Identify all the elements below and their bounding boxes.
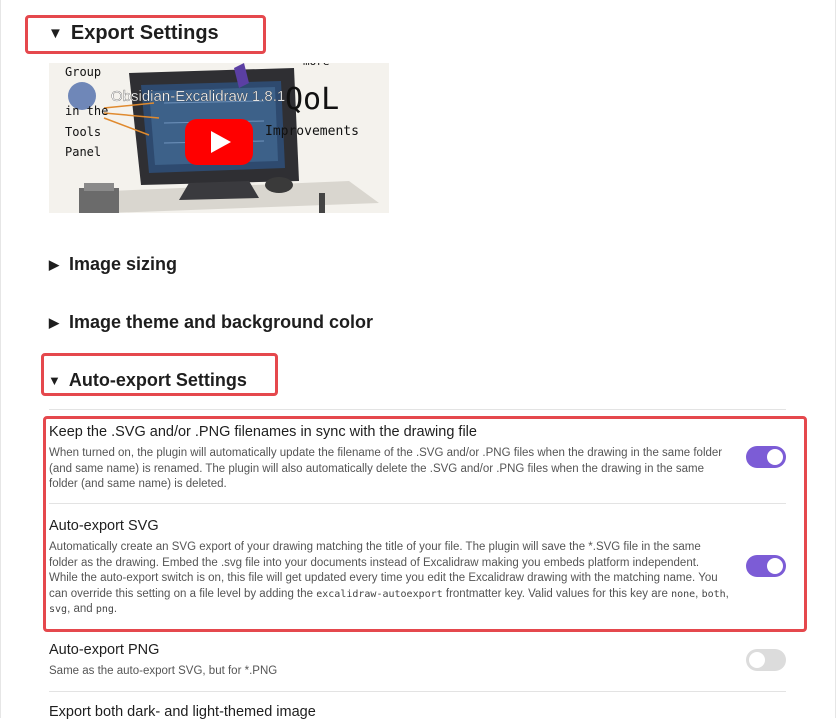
sync-filenames-toggle[interactable] bbox=[746, 446, 786, 468]
pane-right-border bbox=[835, 0, 836, 718]
image-sizing-label: Image sizing bbox=[69, 254, 178, 274]
toggle-knob bbox=[767, 558, 783, 574]
video-thumbnail[interactable]: Group in the Tools Panel more QoL Improv… bbox=[49, 63, 389, 213]
video-overlay-improvements: Improvements bbox=[265, 124, 359, 139]
video-overlay-left-4: Tools bbox=[65, 125, 101, 139]
auto-export-settings-label: Auto-export Settings bbox=[68, 370, 247, 390]
video-overlay-left-5: Panel bbox=[65, 145, 101, 159]
setting-desc-auto-export-svg: Automatically create an SVG export of yo… bbox=[49, 541, 729, 615]
image-sizing-header[interactable]: ▶ Image sizing bbox=[49, 254, 177, 275]
toggle-knob bbox=[749, 652, 765, 668]
setting-desc-auto-export-png: Same as the auto-export SVG, but for *.P… bbox=[49, 665, 278, 677]
export-settings-header[interactable]: ▼ Export Settings bbox=[48, 22, 219, 45]
setting-title-auto-export-png: Auto-export PNG bbox=[49, 642, 160, 658]
code-png: png bbox=[95, 604, 114, 615]
desc-and-word: and bbox=[73, 603, 93, 615]
pane-left-border bbox=[0, 0, 1, 718]
setting-desc-sync-filenames: When turned on, the plugin will automati… bbox=[49, 447, 723, 490]
code-autoexport-key: excalidraw-autoexport bbox=[316, 588, 443, 600]
desc-text-part2: frontmatter key. Valid values for this k… bbox=[445, 587, 668, 600]
video-illustration: Group in the Tools Panel more QoL Improv… bbox=[49, 63, 389, 213]
video-overlay-left-3: in the bbox=[65, 104, 108, 118]
triangle-right-icon: ▶ bbox=[49, 315, 59, 330]
video-title: Obsidian-Excalidraw 1.8.1 bbox=[111, 88, 285, 105]
image-theme-header[interactable]: ▶ Image theme and background color bbox=[49, 312, 373, 333]
divider bbox=[49, 409, 786, 410]
code-svg: svg bbox=[49, 604, 68, 615]
image-theme-label: Image theme and background color bbox=[69, 312, 374, 332]
auto-export-png-toggle[interactable] bbox=[746, 649, 786, 671]
youtube-play-icon[interactable] bbox=[185, 119, 253, 165]
code-none: none bbox=[671, 588, 696, 600]
video-overlay-qol: QoL bbox=[285, 82, 339, 117]
auto-export-settings-header[interactable]: ▼ Auto-export Settings bbox=[48, 370, 247, 391]
auto-export-svg-toggle[interactable] bbox=[746, 555, 786, 577]
divider bbox=[49, 691, 786, 692]
video-overlay-more: more bbox=[303, 63, 330, 68]
toggle-knob bbox=[767, 449, 783, 465]
code-both: both bbox=[701, 588, 726, 600]
video-overlay-left-1: Group bbox=[65, 65, 101, 79]
setting-title-sync-filenames: Keep the .SVG and/or .PNG filenames in s… bbox=[49, 424, 477, 440]
triangle-down-icon: ▼ bbox=[48, 25, 63, 42]
export-settings-label: Export Settings bbox=[70, 22, 219, 44]
triangle-down-icon: ▼ bbox=[48, 373, 61, 388]
triangle-right-icon: ▶ bbox=[49, 257, 59, 272]
divider bbox=[49, 503, 786, 504]
setting-title-auto-export-svg: Auto-export SVG bbox=[49, 518, 159, 534]
